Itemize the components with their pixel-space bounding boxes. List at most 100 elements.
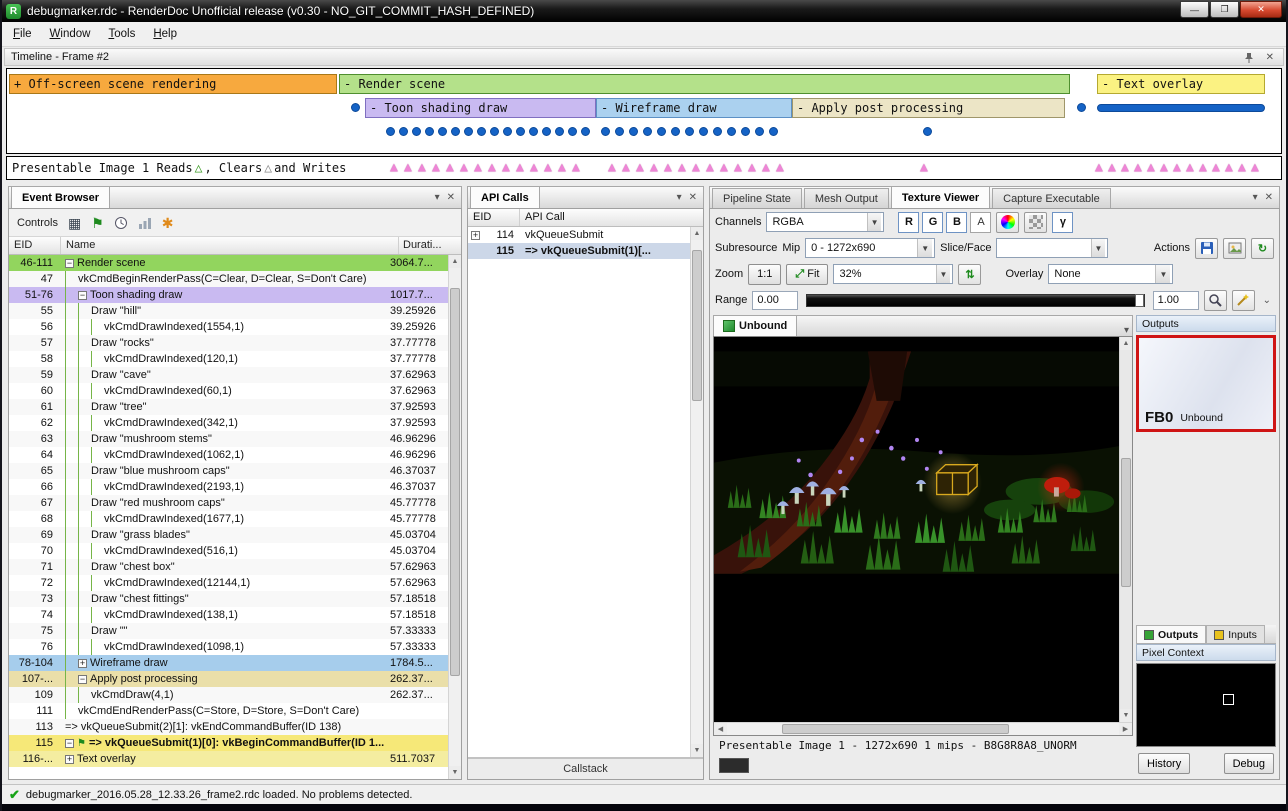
pixel-context-view[interactable] (1136, 663, 1276, 747)
alpha-background-button[interactable] (1024, 212, 1047, 233)
event-row[interactable]: 60vkCmdDrawIndexed(60,1)37.62963 (9, 383, 448, 399)
tab-api-calls[interactable]: API Calls (470, 186, 540, 208)
draw-dot[interactable] (769, 127, 778, 136)
gamma-button[interactable]: γ (1052, 212, 1073, 233)
draw-dot[interactable] (399, 127, 408, 136)
scrollbar-thumb[interactable] (782, 724, 1009, 734)
tab-capture-executable[interactable]: Capture Executable (992, 188, 1111, 208)
tab-texture-viewer[interactable]: Texture Viewer (891, 186, 990, 208)
expand-icon[interactable]: + (78, 659, 87, 668)
event-row[interactable]: 71Draw "chest box"57.62963 (9, 559, 448, 575)
column-header-name[interactable]: Name (61, 237, 399, 254)
texture-horizontal-scrollbar[interactable]: ◀ ▶ (714, 722, 1132, 735)
collapse-icon[interactable]: − (78, 675, 87, 684)
chevron-down-icon[interactable]: ⌄ (1260, 295, 1274, 306)
event-row[interactable]: 78-104+Wireframe draw1784.5... (9, 655, 448, 671)
event-row[interactable]: 113=> vkQueueSubmit(2)[1]: vkEndCommandB… (9, 719, 448, 735)
event-row[interactable]: 115−⚑=> vkQueueSubmit(1)[0]: vkBeginComm… (9, 735, 448, 751)
title-bar[interactable]: R debugmarker.rdc - RenderDoc Unofficial… (2, 0, 1286, 22)
event-row[interactable]: 116-...+Text overlay511.7037 (9, 751, 448, 767)
menu-item-tools[interactable]: Tools (99, 24, 144, 44)
autofit-range-button[interactable] (1232, 290, 1255, 311)
timeline-canvas[interactable]: + Off-screen scene rendering- Render sce… (6, 68, 1282, 154)
scrollbar-thumb[interactable] (450, 288, 460, 676)
close-icon[interactable]: ✕ (444, 192, 458, 203)
event-row[interactable]: 57Draw "rocks"37.77778 (9, 335, 448, 351)
expand-icon[interactable]: + (471, 231, 480, 240)
timeline-bar[interactable]: - Wireframe draw (596, 98, 792, 118)
overlay-select[interactable]: None ▼ (1048, 264, 1173, 284)
tab-inputs[interactable]: Inputs (1206, 625, 1265, 643)
fit-button[interactable]: ⤢ Fit (786, 264, 828, 285)
close-icon[interactable]: ✕ (1262, 192, 1276, 203)
channel-b-button[interactable]: B (946, 212, 967, 233)
event-row[interactable]: 73Draw "chest fittings"57.18518 (9, 591, 448, 607)
channel-r-button[interactable]: R (898, 212, 919, 233)
texture-image[interactable] (714, 337, 1119, 722)
chevron-down-icon[interactable]: ▾ (1121, 325, 1132, 336)
event-row[interactable]: 111vkCmdEndRenderPass(C=Store, D=Store, … (9, 703, 448, 719)
draw-dot[interactable] (643, 127, 652, 136)
draw-dot[interactable] (386, 127, 395, 136)
timeline-bar[interactable]: - Toon shading draw (365, 98, 596, 118)
event-row[interactable]: 65Draw "blue mushroom caps"46.37037 (9, 463, 448, 479)
api-calls-scrollbar[interactable]: ▲ ▼ (690, 227, 703, 757)
history-button[interactable]: History (1138, 753, 1190, 774)
menu-item-help[interactable]: Help (144, 24, 186, 44)
event-row[interactable]: 47vkCmdBeginRenderPass(C=Clear, D=Clear,… (9, 271, 448, 287)
draw-dot[interactable] (542, 127, 551, 136)
event-row[interactable]: 51-76−Toon shading draw1017.7... (9, 287, 448, 303)
draw-dot[interactable] (438, 127, 447, 136)
draw-dot[interactable] (629, 127, 638, 136)
scroll-up-icon[interactable]: ▲ (1120, 337, 1132, 350)
draw-dot[interactable] (713, 127, 722, 136)
scrollbar-thumb[interactable] (692, 250, 702, 401)
event-row[interactable]: 62vkCmdDrawIndexed(342,1)37.92593 (9, 415, 448, 431)
export-image-button[interactable] (1223, 238, 1246, 259)
range-min-input[interactable]: 0.00 (752, 291, 798, 310)
scroll-right-icon[interactable]: ▶ (1119, 723, 1132, 735)
event-row[interactable]: 59Draw "cave"37.62963 (9, 367, 448, 383)
tab-pipeline-state[interactable]: Pipeline State (712, 188, 802, 208)
channel-a-button[interactable]: A (970, 212, 991, 233)
scroll-left-icon[interactable]: ◀ (714, 723, 727, 735)
draw-dot[interactable] (490, 127, 499, 136)
event-row[interactable]: 70vkCmdDrawIndexed(516,1)45.03704 (9, 543, 448, 559)
channels-select[interactable]: RGBA ▼ (766, 212, 884, 232)
draw-dot[interactable] (699, 127, 708, 136)
channel-g-button[interactable]: G (922, 212, 943, 233)
expand-icon[interactable]: + (65, 755, 74, 764)
event-row[interactable]: 56vkCmdDrawIndexed(1554,1)39.25926 (9, 319, 448, 335)
close-icon[interactable]: ✕ (686, 192, 700, 203)
jump-to-event-icon[interactable]: ⚑ (91, 216, 104, 230)
event-row[interactable]: 74vkCmdDrawIndexed(138,1)57.18518 (9, 607, 448, 623)
fb0-thumbnail[interactable]: FB0 Unbound (1136, 335, 1276, 432)
scroll-down-icon[interactable]: ▼ (691, 744, 703, 757)
event-row[interactable]: 64vkCmdDrawIndexed(1062,1)46.96296 (9, 447, 448, 463)
scroll-down-icon[interactable]: ▼ (1120, 709, 1132, 722)
scroll-up-icon[interactable]: ▲ (449, 255, 461, 268)
tab-event-browser[interactable]: Event Browser (11, 186, 110, 208)
draw-dot[interactable] (657, 127, 666, 136)
draw-dot[interactable] (568, 127, 577, 136)
stats-icon[interactable] (138, 216, 152, 230)
tab-outputs[interactable]: Outputs (1136, 625, 1206, 643)
draw-dot[interactable] (464, 127, 473, 136)
texture-view[interactable]: ▲ ▼ ◀ ▶ (713, 336, 1133, 736)
event-row[interactable]: 58vkCmdDrawIndexed(120,1)37.77778 (9, 351, 448, 367)
event-row[interactable]: 69Draw "grass blades"45.03704 (9, 527, 448, 543)
event-row[interactable]: 55Draw "hill"39.25926 (9, 303, 448, 319)
color-wheel-button[interactable] (996, 212, 1019, 233)
mip-select[interactable]: 0 - 1272x690 ▼ (805, 238, 935, 258)
draw-dot[interactable] (412, 127, 421, 136)
api-row[interactable]: 115=> vkQueueSubmit(1)[... (468, 243, 690, 259)
event-row[interactable]: 75Draw ""57.33333 (9, 623, 448, 639)
draw-dot[interactable] (351, 103, 360, 112)
event-row[interactable]: 46-111−Render scene3064.7... (9, 255, 448, 271)
draw-dot[interactable] (685, 127, 694, 136)
timeline-bar[interactable]: - Apply post processing (792, 98, 1065, 118)
zoom-1to1-button[interactable]: 1:1 (748, 264, 781, 285)
scrollbar-thumb[interactable] (1121, 458, 1131, 587)
event-row[interactable]: 61Draw "tree"37.92593 (9, 399, 448, 415)
draw-dot[interactable] (923, 127, 932, 136)
